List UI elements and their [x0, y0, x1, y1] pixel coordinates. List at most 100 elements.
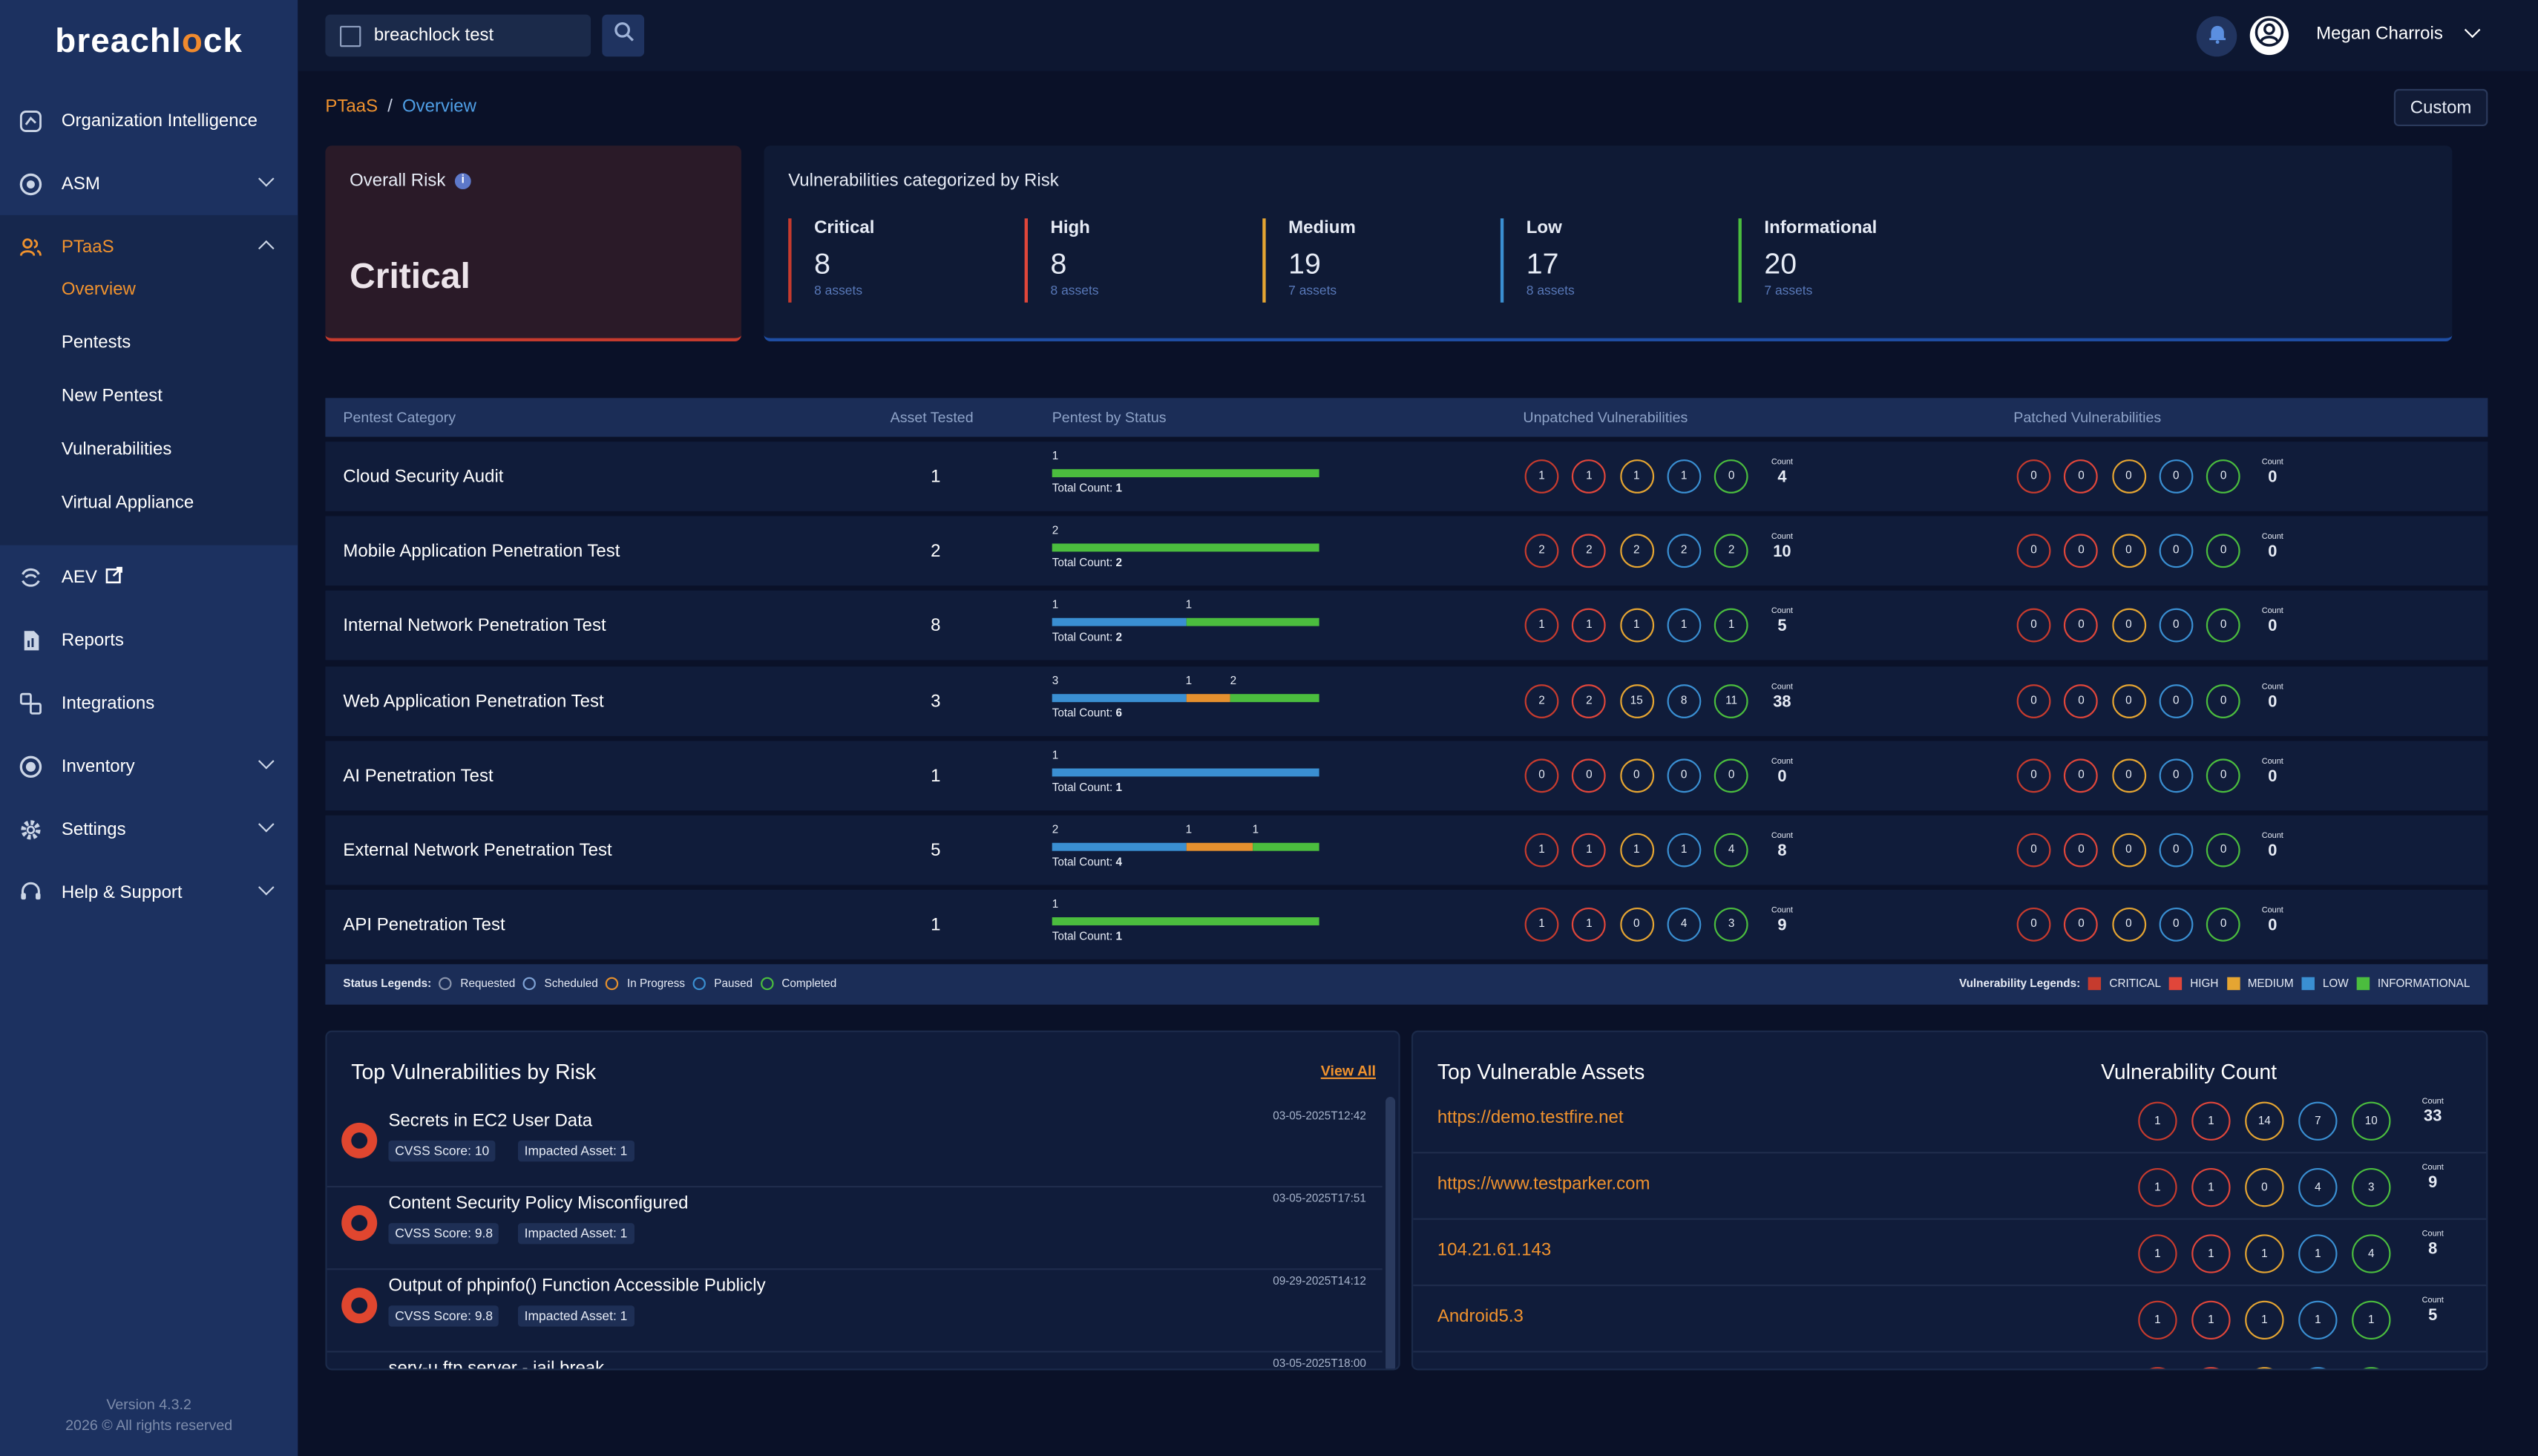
unpatched-circle[interactable]: 0 — [1714, 459, 1748, 493]
sidebar-item-ptaas[interactable]: PTaaS — [0, 215, 298, 278]
patched-circle[interactable]: 0 — [2159, 683, 2194, 718]
patched-circle[interactable]: 0 — [2111, 758, 2146, 793]
scrollbar[interactable] — [1386, 1097, 1396, 1369]
patched-circle[interactable]: 0 — [2016, 833, 2051, 868]
sidebar-subitem-overview[interactable]: Overview — [62, 280, 136, 299]
asset-severity-circle[interactable]: 14 — [2245, 1101, 2284, 1141]
breadcrumb-ptaas[interactable]: PTaaS — [325, 97, 378, 117]
unpatched-circle[interactable]: 8 — [1667, 683, 1702, 718]
asset-severity-circle[interactable]: 1 — [2191, 1300, 2231, 1340]
asset-severity-circle[interactable]: 1 — [2245, 1234, 2284, 1273]
unpatched-circle[interactable]: 4 — [1667, 908, 1702, 942]
asset-severity-circle[interactable]: 3 — [2352, 1167, 2391, 1207]
unpatched-circle[interactable]: 2 — [1572, 534, 1607, 568]
table-row[interactable]: Internal Network Penetration Test 8 1 1 Tota… — [325, 591, 2488, 661]
asset-severity-circle[interactable]: 0 — [2245, 1167, 2284, 1207]
asset-severity-circle[interactable]: 1 — [2138, 1234, 2177, 1273]
unpatched-circle[interactable]: 1 — [1524, 459, 1559, 493]
vulnerability-item[interactable]: Content Security Policy Misconfigured 03-… — [327, 1187, 1383, 1270]
unpatched-circle[interactable]: 1 — [1572, 459, 1607, 493]
sidebar-item-inventory[interactable]: Inventory — [0, 735, 298, 798]
unpatched-circle[interactable]: 15 — [1619, 683, 1654, 718]
unpatched-circle[interactable]: 1 — [1667, 459, 1702, 493]
chevron-down-icon[interactable] — [2464, 22, 2481, 39]
asset-row-partial[interactable] — [1413, 1352, 2486, 1369]
unpatched-circle[interactable]: 2 — [1524, 683, 1559, 718]
unpatched-circle[interactable]: 2 — [1714, 534, 1748, 568]
sidebar-item-reports[interactable]: Reports — [0, 609, 298, 672]
organization-selector[interactable]: breachlock test — [325, 14, 591, 57]
table-row[interactable]: External Network Penetration Test 5 2 1 1 Tot… — [325, 815, 2488, 885]
unpatched-circle[interactable]: 1 — [1667, 609, 1702, 643]
asset-link[interactable]: Android5.3 — [1437, 1307, 1524, 1326]
patched-circle[interactable]: 0 — [2064, 609, 2099, 643]
asset-link[interactable]: https://www.testparker.com — [1437, 1175, 1650, 1194]
asset-row[interactable]: https://www.testparker.com 1 1 0 4 3 Count 9 — [1413, 1153, 2487, 1220]
unpatched-circle[interactable]: 2 — [1572, 683, 1607, 718]
patched-circle[interactable]: 0 — [2111, 908, 2146, 942]
info-icon[interactable]: i — [454, 173, 471, 190]
asset-severity-circle[interactable]: 1 — [2191, 1234, 2231, 1273]
patched-circle[interactable]: 0 — [2064, 459, 2099, 493]
unpatched-circle[interactable]: 1 — [1524, 609, 1559, 643]
patched-circle[interactable]: 0 — [2206, 459, 2241, 493]
unpatched-circle[interactable]: 11 — [1714, 683, 1748, 718]
patched-circle[interactable]: 0 — [2064, 683, 2099, 718]
patched-circle[interactable]: 0 — [2111, 683, 2146, 718]
table-row[interactable]: Web Application Penetration Test 3 3 1 2 Tota… — [325, 666, 2488, 736]
asset-severity-circle[interactable]: 1 — [2245, 1300, 2284, 1340]
vulnerability-item[interactable]: Secrets in EC2 User Data 03-05-2025T12:42… — [327, 1105, 1383, 1188]
sidebar-item-asm[interactable]: ASM — [0, 152, 298, 215]
patched-circle[interactable]: 0 — [2016, 758, 2051, 793]
patched-circle[interactable]: 0 — [2159, 758, 2194, 793]
risk-high[interactable]: High 8 8 assets — [1024, 218, 1099, 303]
notifications-button[interactable] — [2196, 16, 2237, 57]
table-row[interactable]: Cloud Security Audit 1 1 Total Count: 11111… — [325, 442, 2488, 511]
asset-severity-circle[interactable]: 7 — [2298, 1101, 2338, 1141]
patched-circle[interactable]: 0 — [2159, 908, 2194, 942]
user-menu-name[interactable]: Megan Charrois — [2316, 24, 2443, 44]
risk-informational[interactable]: Informational 20 7 assets — [1738, 218, 1877, 303]
patched-circle[interactable]: 0 — [2206, 758, 2241, 793]
patched-circle[interactable]: 0 — [2064, 534, 2099, 568]
asset-severity-circle[interactable]: 4 — [2352, 1234, 2391, 1273]
unpatched-circle[interactable]: 1 — [1524, 833, 1559, 868]
patched-circle[interactable]: 0 — [2206, 609, 2241, 643]
asset-row[interactable]: https://demo.testfire.net 1 1 14 7 10 Count 33 — [1413, 1087, 2487, 1154]
unpatched-circle[interactable]: 1 — [1619, 459, 1654, 493]
unpatched-circle[interactable]: 0 — [1524, 758, 1559, 793]
asset-severity-circle[interactable]: 1 — [2298, 1300, 2338, 1340]
asset-severity-circle[interactable]: 10 — [2352, 1101, 2391, 1141]
unpatched-circle[interactable]: 0 — [1714, 758, 1748, 793]
unpatched-circle[interactable]: 0 — [1619, 908, 1654, 942]
risk-medium[interactable]: Medium 19 7 assets — [1262, 218, 1356, 303]
custom-button[interactable]: Custom — [2393, 88, 2488, 127]
asset-severity-circle[interactable]: 1 — [2138, 1167, 2177, 1207]
breachlock-logo[interactable]: breachlock — [0, 23, 298, 62]
asset-severity-circle[interactable]: 1 — [2191, 1167, 2231, 1207]
patched-circle[interactable]: 0 — [2016, 609, 2051, 643]
patched-circle[interactable]: 0 — [2159, 609, 2194, 643]
asset-link[interactable]: 104.21.61.143 — [1437, 1241, 1551, 1260]
risk-critical[interactable]: Critical 8 8 assets — [788, 218, 874, 303]
unpatched-circle[interactable]: 0 — [1667, 758, 1702, 793]
asset-row[interactable]: 104.21.61.143 1 1 1 1 4 Count 8 — [1413, 1220, 2487, 1287]
unpatched-circle[interactable]: 1 — [1714, 609, 1748, 643]
search-button[interactable] — [602, 14, 645, 57]
unpatched-circle[interactable]: 1 — [1524, 908, 1559, 942]
table-row[interactable]: Mobile Application Penetration Test 2 2 Tot… — [325, 516, 2488, 586]
sidebar-subitem-pentests[interactable]: Pentests — [62, 333, 131, 352]
sidebar-subitem-new-pentest[interactable]: New Pentest — [62, 387, 163, 406]
unpatched-circle[interactable]: 1 — [1572, 833, 1607, 868]
sidebar-item-organization-intelligence[interactable]: Organization Intelligence — [0, 89, 298, 152]
patched-circle[interactable]: 0 — [2159, 459, 2194, 493]
table-row[interactable]: AI Penetration Test 1 1 Total Count: 100000… — [325, 740, 2488, 810]
view-all-link[interactable]: View All — [1321, 1063, 1376, 1079]
asset-severity-circle[interactable]: 1 — [2138, 1101, 2177, 1141]
sidebar-subitem-virtual-appliance[interactable]: Virtual Appliance — [62, 493, 194, 513]
unpatched-circle[interactable]: 1 — [1619, 609, 1654, 643]
asset-row[interactable]: Android5.3 1 1 1 1 1 Count 5 — [1413, 1286, 2487, 1353]
sidebar-item-aev[interactable]: AEV — [0, 545, 298, 609]
sidebar-item-help-support[interactable]: Help & Support — [0, 861, 298, 924]
vulnerability-item[interactable]: Output of phpinfo() Function Accessible … — [327, 1270, 1383, 1353]
